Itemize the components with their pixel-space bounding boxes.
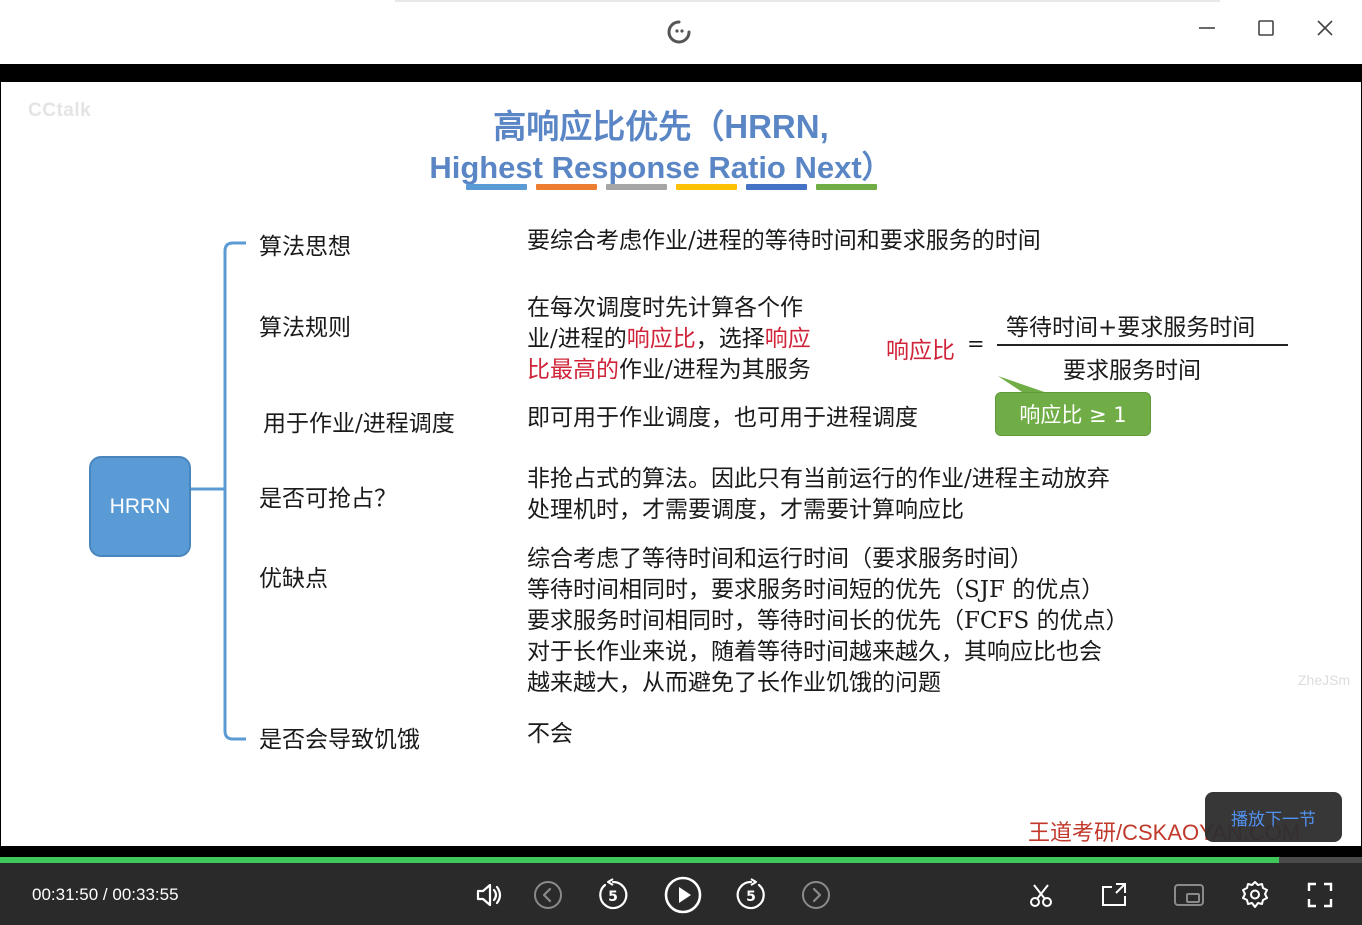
close-icon [1317, 20, 1333, 36]
rule-text: 作业/进程为其服务 [619, 357, 811, 383]
row-desc-preemptive: 非抢占式的算法。因此只有当前运行的作业/进程主动放弃 处理机时，才需要调度，才需… [527, 464, 1110, 526]
forward-5-button[interactable]: 5 [733, 877, 769, 913]
picture-in-picture-icon [1174, 884, 1204, 906]
desc-line: 非抢占式的算法。因此只有当前运行的作业/进程主动放弃 [527, 466, 1110, 492]
row-desc-scheduling-use: 即可用于作业调度，也可用于进程调度 [527, 405, 918, 431]
fullscreen-button[interactable] [1302, 877, 1338, 913]
previous-icon [534, 881, 562, 909]
clip-button[interactable] [1023, 877, 1059, 913]
title-bar-accent-line [395, 0, 1220, 2]
desc-line: 处理机时，才需要调度，才需要计算响应比 [527, 497, 964, 523]
row-label-algorithm-idea: 算法思想 [259, 234, 351, 260]
total-time: 00:33:55 [112, 885, 179, 904]
hrrn-root-node: HRRN [89, 456, 191, 557]
pip-button[interactable] [1171, 877, 1207, 913]
row-label-preemptive: 是否可抢占？ [259, 486, 397, 512]
formula-label: 响应比 [886, 338, 955, 364]
rule-line-1: 在每次调度时先计算各个作 [527, 295, 803, 321]
formula-denominator: 要求服务时间 [1063, 358, 1201, 384]
formula-equals: = [967, 332, 985, 356]
share-icon [1102, 883, 1126, 906]
rule-line-3: 比最高的作业/进程为其服务 [527, 355, 811, 386]
video-letterbox-top [0, 64, 1362, 82]
settings-button[interactable] [1237, 877, 1273, 913]
share-button[interactable] [1096, 877, 1132, 913]
scissors-icon [1030, 884, 1052, 907]
close-button[interactable] [1308, 14, 1342, 42]
video-frame-slide[interactable]: CCtalk ZheJSm 高响应比优先（HRRN, Highest Respo… [1, 82, 1361, 846]
rule-text: ，选择 [695, 326, 765, 352]
maximize-button[interactable] [1249, 14, 1283, 42]
desc-line: 对于长作业来说，随着等待时间越来越久，其响应比也会 [527, 639, 1102, 665]
play-icon [664, 876, 702, 914]
rewind-5-icon: 5 [599, 878, 628, 910]
time-display: 00:31:50 / 00:33:55 [32, 885, 179, 905]
rule-text: 业/进程的 [527, 326, 627, 352]
time-separator: / [98, 885, 113, 904]
next-button[interactable] [798, 877, 834, 913]
settings-gear-icon [1242, 881, 1268, 908]
play-next-section-button[interactable]: 播放下一节 [1205, 792, 1342, 842]
minimize-icon [1199, 27, 1215, 29]
forward-seconds-label: 5 [746, 889, 756, 905]
row-desc-algorithm-idea: 要综合考虑作业/进程的等待时间和要求服务的时间 [527, 228, 1041, 254]
volume-button[interactable] [471, 877, 507, 913]
app-logo-icon [667, 20, 691, 44]
next-icon [802, 881, 830, 909]
row-desc-starvation: 不会 [527, 721, 573, 747]
row-label-algorithm-rule: 算法规则 [259, 315, 351, 341]
rule-highlight: 比最高的 [527, 357, 619, 383]
row-label-pros-cons: 优缺点 [259, 566, 328, 592]
forward-5-icon: 5 [736, 878, 765, 910]
desc-line: 要求服务时间相同时，等待时间长的优先（FCFS 的优点） [527, 608, 1129, 634]
desc-line: 等待时间相同时，要求服务时间短的优先（SJF 的优点） [527, 577, 1105, 603]
rewind-5-button[interactable]: 5 [595, 877, 631, 913]
play-button[interactable] [662, 874, 704, 916]
rule-highlight: 响应 [764, 326, 811, 352]
minimize-button[interactable] [1190, 14, 1224, 42]
rule-line-2: 业/进程的响应比，选择响应 [527, 324, 811, 355]
fullscreen-icon [1307, 882, 1333, 908]
response-ratio-callout: 响应比 ≥ 1 [995, 392, 1151, 436]
desc-line: 综合考虑了等待时间和运行时间（要求服务时间） [527, 546, 1033, 572]
row-desc-pros-cons: 综合考虑了等待时间和运行时间（要求服务时间） 等待时间相同时，要求服务时间短的优… [527, 544, 1129, 699]
rule-highlight: 响应比 [626, 326, 696, 352]
row-label-starvation: 是否会导致饥饿 [259, 727, 420, 753]
rewind-seconds-label: 5 [608, 889, 618, 905]
fraction-line [997, 344, 1288, 346]
previous-button[interactable] [530, 877, 566, 913]
maximize-icon [1258, 20, 1274, 36]
player-control-bar: 00:31:50 / 00:33:55 5 5 [0, 863, 1362, 925]
desc-line: 越来越大，从而避免了长作业饥饿的问题 [527, 670, 941, 696]
row-desc-algorithm-rule: 在每次调度时先计算各个作 业/进程的响应比，选择响应 比最高的作业/进程为其服务 [527, 293, 811, 386]
current-time: 00:31:50 [32, 885, 99, 904]
row-label-scheduling-use: 用于作业/进程调度 [263, 411, 455, 437]
window-title-bar [0, 0, 1362, 64]
volume-icon [476, 883, 502, 907]
formula-numerator: 等待时间+要求服务时间 [1006, 315, 1256, 341]
